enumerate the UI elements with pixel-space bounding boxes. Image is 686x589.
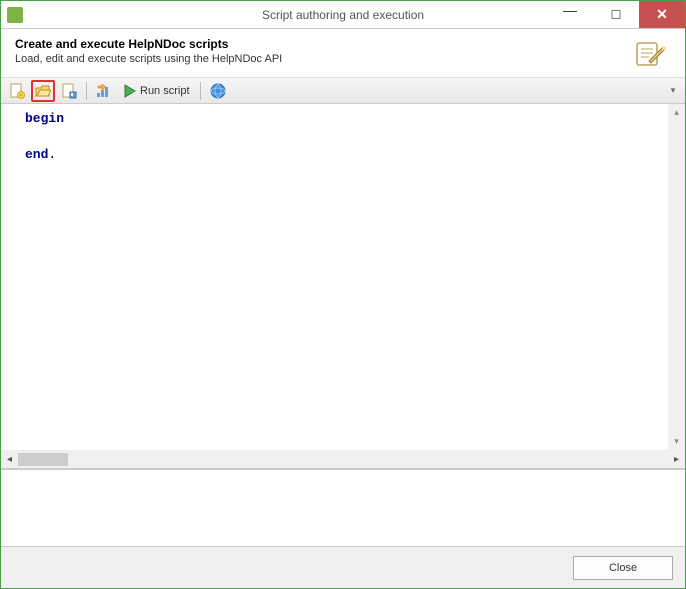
- header-subtitle: Load, edit and execute scripts using the…: [15, 53, 282, 65]
- toolbar-overflow-button[interactable]: ▾: [665, 80, 681, 102]
- run-icon: [122, 83, 138, 99]
- keyword-begin: begin: [25, 111, 64, 126]
- help-button[interactable]: [206, 80, 230, 102]
- window-controls: — ☐ ✕: [547, 1, 685, 28]
- script-wand-icon: [635, 37, 667, 69]
- scroll-track[interactable]: [18, 451, 668, 468]
- keyword-end: end: [25, 147, 48, 162]
- close-button[interactable]: Close: [573, 556, 673, 580]
- toolbar-separator: [86, 82, 87, 100]
- minimize-button[interactable]: —: [547, 1, 593, 28]
- header-title: Create and execute HelpNDoc scripts: [15, 37, 282, 51]
- footer: Close: [1, 546, 685, 588]
- new-script-button[interactable]: [5, 80, 29, 102]
- title-bar: Script authoring and execution — ☐ ✕: [1, 1, 685, 29]
- build-icon: [96, 83, 112, 99]
- scroll-right-icon[interactable]: ▸: [668, 451, 685, 468]
- code-editor[interactable]: begin end. ▴ ▾: [1, 104, 685, 451]
- open-script-icon: [35, 83, 51, 99]
- scroll-left-icon[interactable]: ◂: [1, 451, 18, 468]
- toolbar: Run script ▾: [1, 78, 685, 104]
- scroll-thumb[interactable]: [18, 453, 68, 466]
- editor-area: begin end. ▴ ▾ ◂ ▸: [1, 104, 685, 546]
- horizontal-scrollbar[interactable]: ◂ ▸: [1, 451, 685, 468]
- help-icon: [210, 83, 226, 99]
- save-script-button[interactable]: [57, 80, 81, 102]
- close-window-button[interactable]: ✕: [639, 1, 685, 28]
- run-script-label: Run script: [138, 85, 194, 97]
- new-script-icon: [9, 83, 25, 99]
- code-content: begin end.: [1, 104, 685, 170]
- save-script-icon: [61, 83, 77, 99]
- header: Create and execute HelpNDoc scripts Load…: [1, 29, 685, 78]
- toolbar-separator: [200, 82, 201, 100]
- output-panel[interactable]: [1, 468, 685, 546]
- build-button[interactable]: [92, 80, 116, 102]
- scroll-up-icon[interactable]: ▴: [668, 104, 685, 121]
- maximize-button[interactable]: ☐: [593, 1, 639, 28]
- scroll-down-icon[interactable]: ▾: [668, 433, 685, 450]
- open-script-button[interactable]: [31, 80, 55, 102]
- header-text: Create and execute HelpNDoc scripts Load…: [15, 37, 282, 65]
- vertical-scrollbar[interactable]: ▴ ▾: [668, 104, 685, 450]
- app-icon: [7, 7, 23, 23]
- run-script-button[interactable]: Run script: [118, 80, 195, 102]
